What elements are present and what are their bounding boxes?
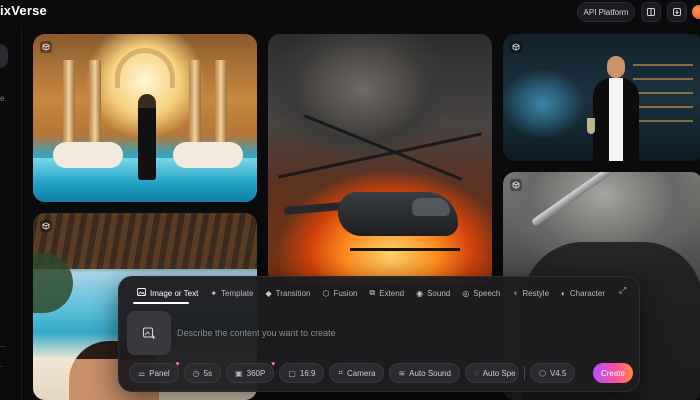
controls-divider <box>523 366 525 380</box>
tab-label: Character <box>569 288 606 298</box>
camera-button[interactable]: ⌗ Camera <box>329 363 385 383</box>
sound-icon: ◉ <box>416 288 424 298</box>
download-icon[interactable] <box>667 2 687 22</box>
speech-bubble-icon: ◌ <box>473 368 479 378</box>
expand-icon[interactable]: ⤢ <box>619 285 626 296</box>
temple-cloud <box>173 142 243 168</box>
gallery-card-temple[interactable] <box>33 34 257 202</box>
extend-icon: ⧉ <box>369 288 376 297</box>
control-label: 360P <box>246 368 266 378</box>
waveform-icon: ≋ <box>398 368 406 378</box>
auto-speech-toggle[interactable]: ◌ Auto Spe <box>464 363 519 383</box>
cube-icon <box>510 41 522 53</box>
active-tab-indicator <box>133 302 189 304</box>
user-avatar[interactable] <box>692 5 700 19</box>
rail-button[interactable] <box>0 44 8 68</box>
restyle-icon: ♆ <box>512 288 519 298</box>
temple-figure <box>138 94 156 180</box>
resolution-icon: ▣ <box>235 368 243 378</box>
rail-marker-lower: · <box>0 362 3 371</box>
tab-label: Image or Text <box>150 288 199 298</box>
tab-character[interactable]: ◐ Character <box>555 285 611 301</box>
character-icon: ◐ <box>561 288 566 298</box>
beach-roof <box>33 213 257 269</box>
temple-cloud <box>53 142 123 168</box>
tab-transition[interactable]: ◆ Transition <box>260 285 317 301</box>
rail-marker: e <box>0 94 5 103</box>
book-icon[interactable] <box>641 2 661 22</box>
control-label: V4.5 <box>549 368 567 378</box>
tab-label: Speech <box>473 288 501 298</box>
tab-label: Transition <box>275 288 311 298</box>
aspect-ratio-select[interactable]: ▢ 16:9 <box>279 363 325 383</box>
premium-icon: ♥ <box>271 361 276 368</box>
tab-image-or-text[interactable]: Image or Text <box>131 285 204 301</box>
control-label: Panel <box>149 368 170 378</box>
bar-man-head <box>607 56 625 78</box>
control-label: Camera <box>346 368 376 378</box>
tab-label: Template <box>221 288 254 298</box>
prompt-input[interactable] <box>177 325 607 341</box>
helicopter-window <box>412 198 450 216</box>
bar-glass <box>587 118 595 134</box>
sparkle-icon: ✦ <box>210 288 218 298</box>
tab-extend[interactable]: ⧉ Extend <box>363 285 410 301</box>
duration-select[interactable]: ◷ 5s <box>183 363 222 383</box>
panel-button[interactable]: ⚌ Panel ♥ <box>129 361 180 383</box>
generation-controls: ⚌ Panel ♥ ◷ 5s ▣ 360P ♥ ▢ 16:9 ⌗ Camera … <box>129 361 576 383</box>
upload-image-button[interactable] <box>127 311 171 355</box>
tab-speech[interactable]: ◎ Speech <box>456 285 506 301</box>
auto-sound-toggle[interactable]: ≋ Auto Sound <box>389 363 460 383</box>
bar-shelf <box>633 64 693 124</box>
add-image-icon <box>143 327 156 339</box>
tab-label: Extend <box>379 288 405 298</box>
rail-divider <box>0 346 6 347</box>
fusion-icon: ⬡ <box>322 288 330 298</box>
model-version-select[interactable]: ⬡ V4.5 <box>529 363 576 383</box>
temple-arch <box>115 48 175 88</box>
cube-icon <box>40 220 52 232</box>
tab-template[interactable]: ✦ Template <box>204 285 259 301</box>
tab-fusion[interactable]: ⬡ Fusion <box>316 285 363 301</box>
tab-label: Restyle <box>522 288 550 298</box>
control-label: 5s <box>203 368 213 378</box>
left-rail: e · <box>0 28 22 400</box>
control-label: Auto Spe <box>482 368 516 378</box>
sliders-icon: ⚌ <box>138 368 146 378</box>
create-panel: Image or Text ✦ Template ◆ Transition ⬡ … <box>118 276 640 392</box>
gallery-card-bar[interactable] <box>503 34 700 161</box>
model-cube-icon: ⬡ <box>538 368 546 378</box>
cube-icon <box>510 179 522 191</box>
helicopter-rotor <box>303 114 463 181</box>
premium-icon: ♥ <box>175 361 180 368</box>
brand-logo-text[interactable]: ixVerse <box>0 3 47 18</box>
speech-icon: ◎ <box>462 288 470 298</box>
control-label: Auto Sound <box>409 368 451 378</box>
transition-icon: ◆ <box>265 288 272 298</box>
tab-sound[interactable]: ◉ Sound <box>410 285 456 301</box>
create-button[interactable]: Create <box>593 363 633 383</box>
helicopter-rotor <box>277 132 483 179</box>
aspect-ratio-icon: ▢ <box>288 368 296 378</box>
mode-tabs: Image or Text ✦ Template ◆ Transition ⬡ … <box>131 285 611 301</box>
api-platform-button[interactable]: API Platform <box>577 2 635 22</box>
tab-restyle[interactable]: ♆ Restyle <box>506 285 555 301</box>
gallery-card-helicopter[interactable] <box>268 34 492 284</box>
knight-sword <box>530 172 659 228</box>
resolution-select[interactable]: ▣ 360P ♥ <box>226 361 276 383</box>
camera-focus-icon: ⌗ <box>338 368 343 377</box>
top-bar: ixVerse API Platform <box>0 0 700 26</box>
clock-icon: ◷ <box>192 368 200 378</box>
bar-man-body <box>593 78 639 161</box>
cube-icon <box>40 41 52 53</box>
image-icon <box>137 288 146 298</box>
control-label: 16:9 <box>299 368 316 378</box>
tab-label: Fusion <box>333 288 358 298</box>
tab-label: Sound <box>427 288 451 298</box>
helicopter-skid <box>350 248 460 251</box>
